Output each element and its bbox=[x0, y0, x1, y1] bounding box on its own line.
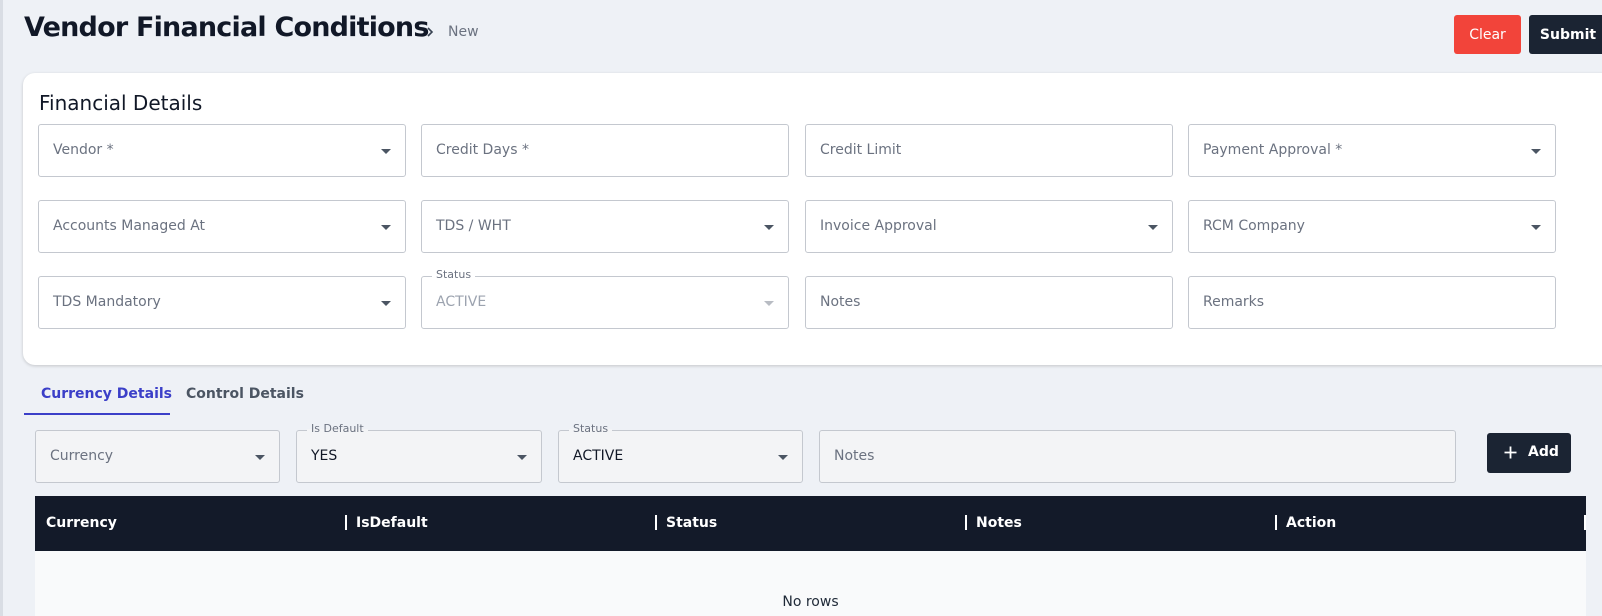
tab-control-details[interactable]: Control Details bbox=[186, 386, 304, 402]
invoice-approval-select[interactable]: Invoice Approval bbox=[805, 200, 1173, 253]
currency-table: Currency IsDefault Status Notes Action N… bbox=[35, 496, 1586, 616]
is-default-select[interactable]: Is Default YES bbox=[296, 422, 542, 483]
column-header-isdefault[interactable]: IsDefault bbox=[356, 515, 428, 531]
tds-mandatory-placeholder: TDS Mandatory bbox=[53, 294, 161, 310]
column-resize-handle[interactable] bbox=[1275, 515, 1277, 530]
caret-down-icon bbox=[1531, 225, 1541, 230]
currency-notes-input[interactable]: Notes bbox=[819, 430, 1456, 483]
currency-placeholder: Currency bbox=[50, 448, 114, 464]
rcm-company-select[interactable]: RCM Company bbox=[1188, 200, 1556, 253]
rcm-company-placeholder: RCM Company bbox=[1203, 218, 1305, 234]
credit-days-placeholder: Credit Days * bbox=[436, 142, 529, 158]
caret-down-icon bbox=[778, 455, 788, 460]
status-field-label: Status bbox=[432, 268, 476, 282]
currency-status-label: Status bbox=[569, 422, 613, 436]
status-select-disabled: Status ACTIVE bbox=[421, 268, 789, 329]
active-tab-indicator bbox=[24, 413, 170, 415]
caret-down-icon bbox=[517, 455, 527, 460]
payment-approval-placeholder: Payment Approval * bbox=[1203, 142, 1343, 158]
status-value: ACTIVE bbox=[436, 294, 487, 310]
caret-down-icon bbox=[381, 149, 391, 154]
caret-down-icon bbox=[255, 455, 265, 460]
financial-details-card: Financial Details Vendor * Credit Days *… bbox=[23, 73, 1602, 365]
credit-limit-placeholder: Credit Limit bbox=[820, 142, 902, 158]
remarks-placeholder: Remarks bbox=[1203, 294, 1265, 310]
credit-limit-input[interactable]: Credit Limit bbox=[805, 124, 1173, 177]
notes-input[interactable]: Notes bbox=[805, 276, 1173, 329]
column-resize-handle[interactable] bbox=[965, 515, 967, 530]
is-default-label: Is Default bbox=[307, 422, 368, 436]
caret-down-icon bbox=[764, 301, 774, 306]
caret-down-icon bbox=[1531, 149, 1541, 154]
tds-wht-select[interactable]: TDS / WHT bbox=[421, 200, 789, 253]
add-currency-button[interactable]: Add bbox=[1487, 433, 1571, 473]
window-left-edge bbox=[0, 0, 3, 616]
vendor-select[interactable]: Vendor * bbox=[38, 124, 406, 177]
column-resize-handle[interactable] bbox=[345, 515, 347, 530]
credit-days-input[interactable]: Credit Days * bbox=[421, 124, 789, 177]
currency-status-select[interactable]: Status ACTIVE bbox=[558, 422, 803, 483]
column-header-notes[interactable]: Notes bbox=[976, 515, 1022, 531]
column-resize-handle[interactable] bbox=[655, 515, 657, 530]
invoice-approval-placeholder: Invoice Approval bbox=[820, 218, 937, 234]
plus-icon bbox=[1504, 446, 1517, 459]
page-title: Vendor Financial Conditions bbox=[24, 12, 429, 43]
caret-down-icon bbox=[381, 301, 391, 306]
tds-wht-placeholder: TDS / WHT bbox=[436, 218, 511, 234]
caret-down-icon bbox=[381, 225, 391, 230]
currency-notes-placeholder: Notes bbox=[834, 448, 875, 464]
caret-down-icon bbox=[764, 225, 774, 230]
accounts-managed-at-placeholder: Accounts Managed At bbox=[53, 218, 206, 234]
chevron-right-icon bbox=[427, 27, 434, 37]
column-resize-handle[interactable] bbox=[1584, 515, 1586, 530]
remarks-input[interactable]: Remarks bbox=[1188, 276, 1556, 329]
vendor-placeholder: Vendor * bbox=[53, 142, 114, 158]
payment-approval-select[interactable]: Payment Approval * bbox=[1188, 124, 1556, 177]
currency-select[interactable]: Currency bbox=[35, 430, 280, 483]
clear-button[interactable]: Clear bbox=[1454, 15, 1521, 54]
add-button-label: Add bbox=[1528, 444, 1559, 460]
currency-status-value: ACTIVE bbox=[573, 448, 624, 464]
column-header-currency[interactable]: Currency bbox=[46, 515, 117, 531]
financial-details-title: Financial Details bbox=[39, 91, 203, 115]
caret-down-icon bbox=[1148, 225, 1158, 230]
tab-currency-details[interactable]: Currency Details bbox=[41, 386, 172, 402]
notes-placeholder: Notes bbox=[820, 294, 861, 310]
accounts-managed-at-select[interactable]: Accounts Managed At bbox=[38, 200, 406, 253]
column-header-status[interactable]: Status bbox=[666, 515, 717, 531]
table-header: Currency IsDefault Status Notes Action bbox=[35, 496, 1586, 551]
empty-state-text: No rows bbox=[782, 594, 839, 610]
breadcrumb-current: New bbox=[448, 24, 479, 40]
column-header-action[interactable]: Action bbox=[1286, 515, 1336, 531]
is-default-value: YES bbox=[311, 448, 338, 464]
tds-mandatory-select[interactable]: TDS Mandatory bbox=[38, 276, 406, 329]
submit-button[interactable]: Submit bbox=[1529, 15, 1602, 54]
